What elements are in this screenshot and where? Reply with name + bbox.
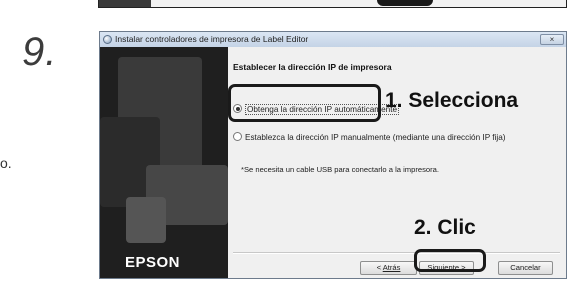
page-heading: Establecer la dirección IP de impresora <box>233 62 392 72</box>
dialog-content: Establecer la dirección IP de impresora … <box>228 47 566 278</box>
usb-note: *Se necesita un cable USB para conectarl… <box>241 165 439 174</box>
annotation-step1: 1. Selecciona <box>385 89 519 112</box>
step-number: 9. <box>22 30 58 74</box>
window-title: Instalar controladores de impresora de L… <box>115 34 309 44</box>
epson-logo: EPSON <box>125 254 181 271</box>
back-button[interactable]: < Atrás <box>360 261 417 275</box>
previous-screenshot-sidebar <box>99 0 151 7</box>
highlight-frame-next <box>414 249 486 272</box>
app-icon <box>103 35 112 44</box>
radio-option-manual-ip[interactable]: Establezca la dirección IP manualmente (… <box>233 132 505 142</box>
radio-label-manual-ip[interactable]: Establezca la dirección IP manualmente (… <box>245 133 505 142</box>
decorative-square <box>126 197 166 243</box>
close-button[interactable]: × <box>540 34 564 45</box>
brand-sidebar: EPSON <box>100 47 228 278</box>
divider <box>233 252 560 254</box>
radio-button[interactable] <box>233 132 242 141</box>
previous-screenshot-highlight <box>377 0 433 6</box>
back-label: Atrás <box>382 263 401 272</box>
annotation-step2: 2. Clic <box>414 216 476 239</box>
installer-dialog: Instalar controladores de impresora de L… <box>99 31 567 279</box>
previous-screenshot-fragment <box>98 0 567 8</box>
title-bar: Instalar controladores de impresora de L… <box>100 32 566 48</box>
cropped-text-fragment: o. <box>0 155 12 171</box>
cancel-button[interactable]: Cancelar <box>498 261 553 275</box>
highlight-frame-auto-ip <box>228 84 381 122</box>
